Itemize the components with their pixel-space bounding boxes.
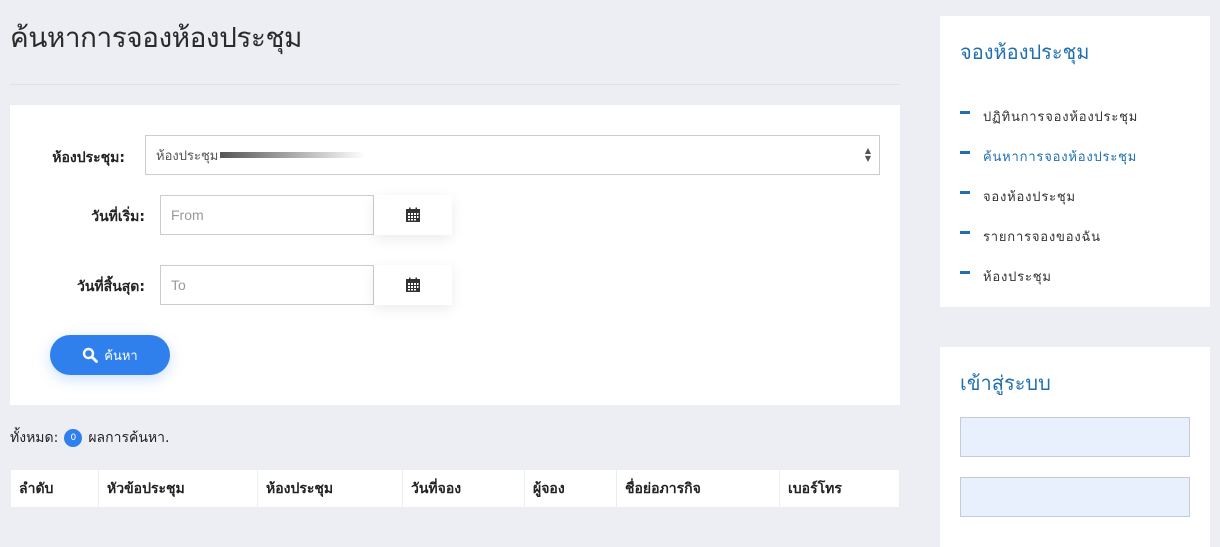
sidebar-item-label: ค้นหาการจองห้องประชุม [983, 149, 1138, 165]
booking-menu-card: จองห้องประชุม ปฏิทินการจองห้องประชุม ค้น… [940, 16, 1210, 307]
sidebar-item-search-booking[interactable]: ค้นหาการจองห้องประชุม [960, 136, 1138, 176]
dash-icon [960, 270, 970, 274]
results-suffix: ผลการค้นหา. [88, 430, 170, 446]
redacted-text [220, 152, 366, 158]
room-select-value: ห้องประชุม [156, 148, 219, 164]
start-calendar-button[interactable] [374, 195, 452, 235]
column-header-booking-date: วันที่จอง [402, 469, 525, 508]
end-date-input[interactable] [160, 265, 374, 305]
sidebar-item-label: จองห้องประชุม [983, 189, 1076, 205]
dash-icon [960, 150, 970, 154]
sidebar-item-calendar[interactable]: ปฏิทินการจองห้องประชุม [960, 96, 1138, 136]
sidebar-item-label: รายการจองของฉัน [983, 229, 1101, 245]
search-button[interactable]: ค้นหา [50, 335, 170, 375]
start-date-label: วันที่เริ่ม: [91, 209, 145, 225]
column-header-room: ห้องประชุม [257, 469, 403, 508]
username-input[interactable] [960, 417, 1190, 457]
sidebar-item-my-bookings[interactable]: รายการจองของฉัน [960, 216, 1138, 256]
sidebar-item-book-room[interactable]: จองห้องประชุม [960, 176, 1138, 216]
end-calendar-button[interactable] [374, 265, 452, 305]
dash-icon [960, 230, 970, 234]
booking-menu-list: ปฏิทินการจองห้องประชุม ค้นหาการจองห้องปร… [960, 96, 1138, 296]
dash-icon [960, 190, 970, 194]
results-summary: ทั้งหมด: 0 ผลการค้นหา. [10, 427, 169, 449]
password-input[interactable] [960, 477, 1190, 517]
table-header-row: ลำดับ หัวข้อประชุม ห้องประชุม วันที่จอง … [10, 469, 900, 508]
start-date-input[interactable] [160, 195, 374, 235]
room-select[interactable]: ห้องประชุม ▲ ▼ [145, 135, 880, 175]
column-header-order: ลำดับ [10, 469, 99, 508]
results-count-badge: 0 [64, 429, 83, 447]
calendar-icon [406, 277, 420, 292]
results-total-label: ทั้งหมด: [10, 430, 59, 446]
dash-icon [960, 110, 970, 114]
end-date-label: วันที่สิ้นสุด: [76, 279, 145, 295]
page-title: ค้นหาการจองห้องประชุม [10, 21, 302, 54]
select-arrows-icon: ▲ ▼ [864, 146, 871, 163]
search-panel: ห้องประชุม: ห้องประชุม ▲▼ วันที่เริ่ม: ว… [10, 105, 900, 405]
results-table: ลำดับ หัวข้อประชุม ห้องประชุม วันที่จอง … [10, 469, 900, 508]
column-header-mission-abbr: ชื่อย่อภารกิจ [616, 469, 780, 508]
room-label: ห้องประชุม: [52, 150, 125, 166]
search-button-label: ค้นหา [104, 348, 138, 364]
column-header-phone: เบอร์โทร [779, 469, 900, 508]
calendar-icon [406, 207, 420, 222]
booking-menu-heading: จองห้องประชุม [960, 40, 1090, 64]
login-card: เข้าสู่ระบบ [940, 347, 1210, 547]
search-icon [83, 347, 99, 363]
sidebar-item-label: ห้องประชุม [983, 269, 1052, 285]
login-heading: เข้าสู่ระบบ [960, 371, 1051, 395]
sidebar-item-rooms[interactable]: ห้องประชุม [960, 256, 1138, 296]
title-divider [10, 84, 900, 85]
sidebar-item-label: ปฏิทินการจองห้องประชุม [983, 109, 1139, 125]
column-header-topic: หัวข้อประชุม [98, 469, 258, 508]
column-header-booker: ผู้จอง [524, 469, 617, 508]
